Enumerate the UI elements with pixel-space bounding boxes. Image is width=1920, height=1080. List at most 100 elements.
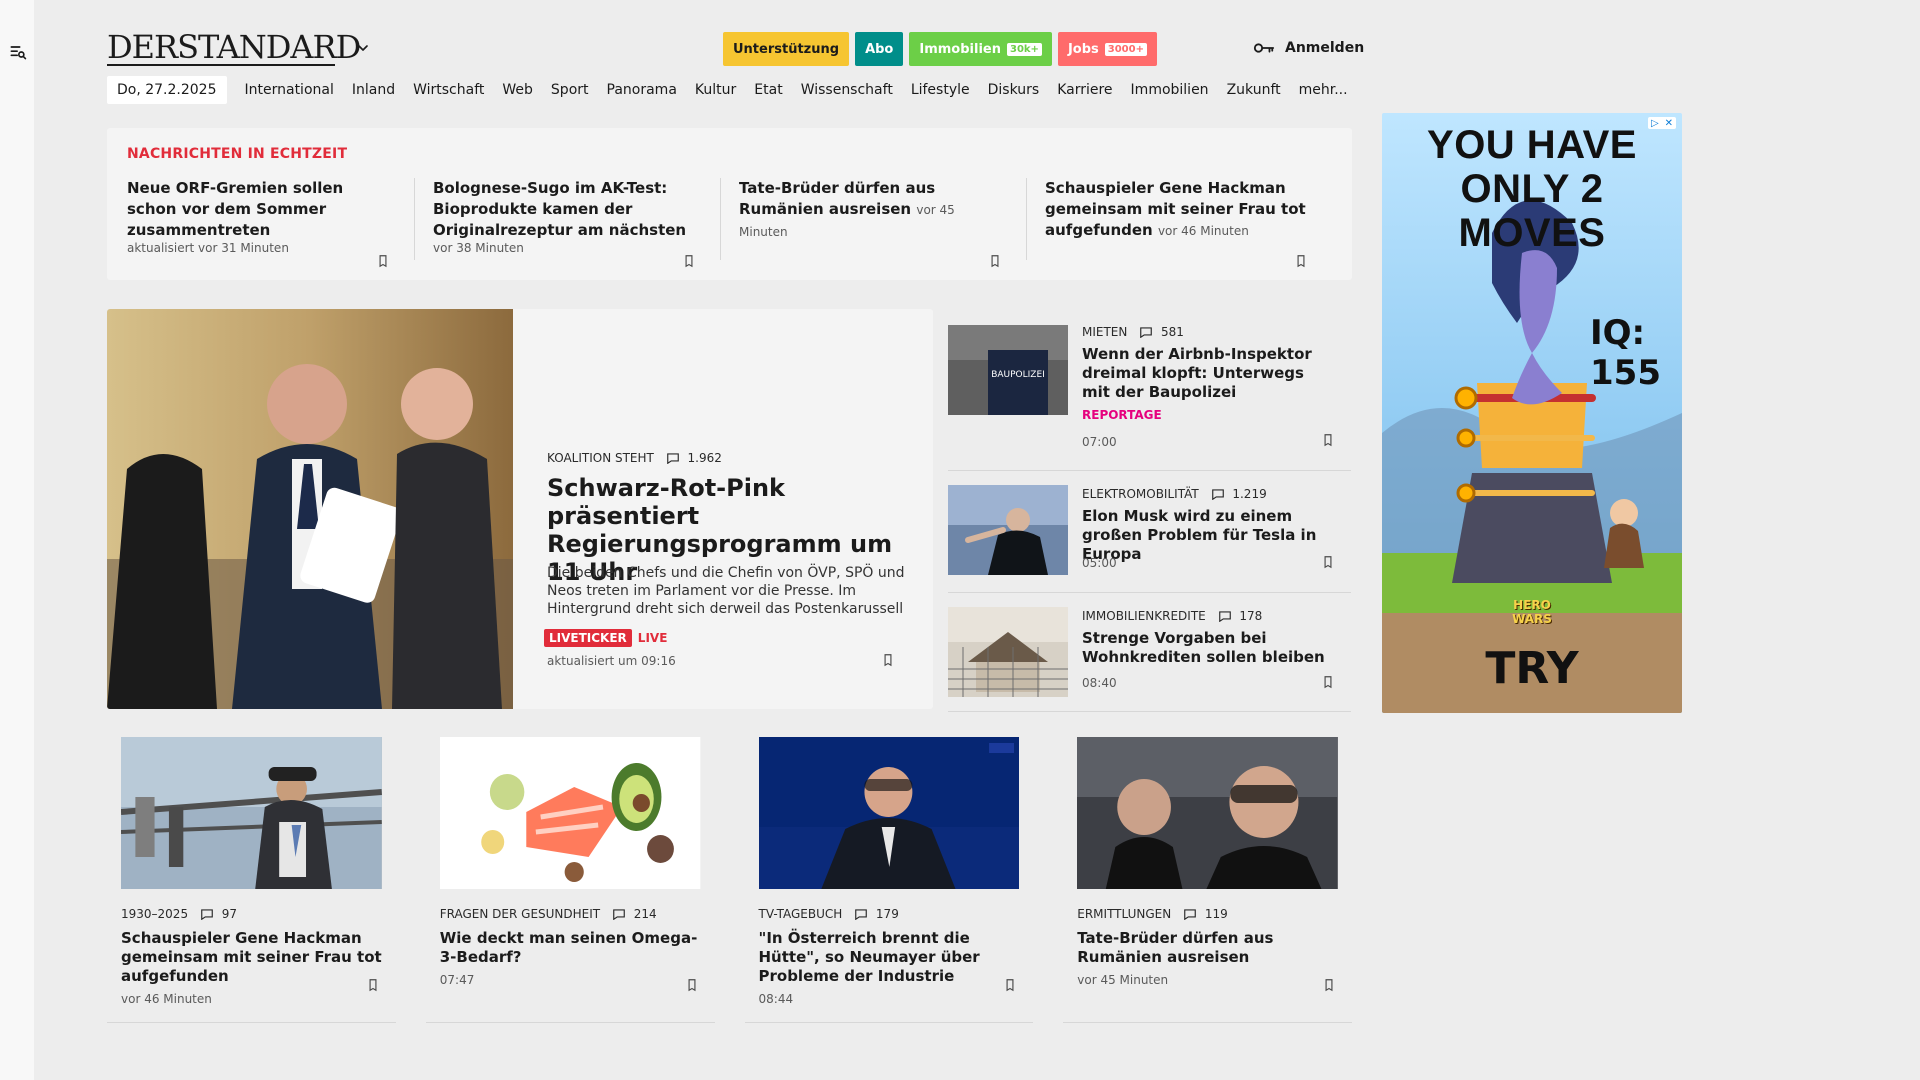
side-title[interactable]: Wenn der Airbnb-Inspektor dreimal klopft… (1082, 345, 1332, 402)
card-time: vor 46 Minuten (121, 992, 212, 1006)
card-time: 07:47 (439, 973, 475, 987)
bookmark-icon[interactable] (1321, 555, 1335, 569)
article-card[interactable]: TV-TAGEBUCH 179 "In Österreich brennt di… (744, 723, 1034, 1023)
hero-lead: Die beiden Chefs und die Chefin von ÖVP,… (547, 565, 905, 617)
bookmark-icon[interactable] (881, 653, 895, 667)
support-label: Unterstützung (733, 41, 840, 57)
ad-title-line1: YOU HAVE (1427, 123, 1637, 167)
comment-icon (613, 909, 625, 920)
side-kicker-text: MIETEN (1082, 325, 1128, 339)
real-estate-label: Immobilien (919, 41, 1001, 57)
support-link[interactable]: Unterstützung (723, 32, 850, 66)
realtime-title-text: Tate-Brüder dürfen aus Rumänien ausreise… (739, 179, 936, 218)
bookmark-icon[interactable] (682, 254, 696, 268)
card-title[interactable]: Schauspieler Gene Hackman gemeinsam mit … (121, 929, 382, 986)
hero-article[interactable]: KOALITION STEHT 1.962 Schwarz-Rot-Pink p… (107, 309, 933, 709)
real-estate-link[interactable]: Immobilien 30k+ (909, 32, 1052, 66)
comment-icon (1211, 489, 1224, 500)
side-kicker: MIETEN 581 (1082, 325, 1184, 339)
liveticker-badge: LIVETICKER (544, 629, 632, 647)
comment-icon (1140, 327, 1153, 338)
realtime-item[interactable]: Neue ORF-Gremien sollen schon vor dem So… (127, 178, 414, 268)
card-kicker-text: ERMITTLUNGEN (1077, 907, 1172, 921)
card-kicker-text: TV-TAGEBUCH (758, 907, 843, 921)
menu-search-icon[interactable] (8, 42, 28, 62)
nav-item-sport[interactable]: Sport (551, 82, 589, 98)
realtime-time: vor 46 Minuten (1157, 224, 1249, 238)
bookmark-icon[interactable] (685, 978, 699, 992)
card-title[interactable]: Tate-Brüder dürfen aus Rumänien ausreise… (1077, 929, 1338, 967)
card-image[interactable] (120, 737, 382, 889)
nav-item-etat[interactable]: Etat (754, 82, 782, 98)
jobs-link[interactable]: Jobs 3000+ (1057, 32, 1157, 66)
card-title[interactable]: "In Österreich brennt die Hütte", so Neu… (759, 929, 1020, 986)
nav-item-inland[interactable]: Inland (352, 82, 395, 98)
subscription-link[interactable]: Abo (855, 32, 904, 66)
bookmark-icon[interactable] (988, 254, 1002, 268)
card-kicker: FRAGEN DER GESUNDHEIT 214 (440, 907, 701, 921)
hero-comment-count: 1.962 (687, 451, 722, 465)
live-label: LIVE (637, 631, 668, 645)
login-link[interactable]: Anmelden (1253, 40, 1364, 56)
side-title[interactable]: Strenge Vorgaben bei Wohnkrediten sollen… (1082, 629, 1332, 667)
bookmark-icon[interactable] (366, 978, 380, 992)
side-article[interactable]: IMMOBILIENKREDITE 178 Strenge Vorgaben b… (948, 593, 1351, 712)
card-image[interactable] (439, 737, 701, 889)
nav-item-international[interactable]: International (245, 82, 334, 98)
article-card[interactable]: ERMITTLUNGEN 119 Tate-Brüder dürfen aus … (1063, 723, 1352, 1023)
side-article[interactable]: BAUPOLIZEI MIETEN 581 Wenn der Airbnb-In… (948, 309, 1351, 471)
bookmark-icon[interactable] (376, 254, 390, 268)
side-kicker: ELEKTROMOBILITÄT 1.219 (1082, 487, 1267, 501)
hero-kicker-text: KOALITION STEHT (547, 451, 654, 465)
article-thumbnail[interactable] (948, 607, 1068, 697)
realtime-time: aktualisiert vor 31 Minuten (127, 241, 289, 255)
side-time: 05:00 (1082, 556, 1117, 570)
ad-banner[interactable]: ▷ ✕ YOU HAVE ONLY 2 MOVES IQ: 155 HERO W… (1382, 113, 1682, 713)
card-title[interactable]: Wie deckt man seinen Omega-3-Bedarf? (440, 929, 701, 967)
card-image[interactable] (1077, 737, 1338, 889)
nav-item-wissenschaft[interactable]: Wissenschaft (801, 82, 893, 98)
bookmark-icon[interactable] (1321, 433, 1335, 447)
card-image[interactable] (758, 737, 1020, 889)
nav-item-web[interactable]: Web (502, 82, 533, 98)
card-comment-count: 97 (221, 907, 238, 921)
side-time: 08:40 (1082, 676, 1117, 690)
site-logo[interactable]: DERSTANDARD (107, 28, 361, 66)
card-kicker: 1930–2025 97 (121, 907, 382, 921)
article-thumbnail[interactable] (948, 485, 1068, 575)
bookmark-icon[interactable] (1321, 675, 1335, 689)
hero-image[interactable] (107, 309, 513, 709)
nav-item-immobilien[interactable]: Immobilien (1131, 82, 1209, 98)
article-card[interactable]: FRAGEN DER GESUNDHEIT 214 Wie deckt man … (425, 723, 715, 1023)
nav-item-lifestyle[interactable]: Lifestyle (911, 82, 970, 98)
realtime-title[interactable]: Neue ORF-Gremien sollen schon vor dem So… (127, 178, 390, 241)
nav-item-diskurs[interactable]: Diskurs (988, 82, 1040, 98)
nav-item-panorama[interactable]: Panorama (607, 82, 677, 98)
hero-time: aktualisiert um 09:16 (547, 654, 676, 668)
promo-links: Unterstützung Abo Immobilien 30k+ Jobs 3… (723, 32, 1157, 66)
bookmark-icon[interactable] (1003, 978, 1017, 992)
hero-badges: LIVETICKER LIVE (544, 629, 667, 647)
card-kicker-text: 1930–2025 (121, 907, 189, 921)
realtime-item[interactable]: Schauspieler Gene Hackman gemeinsam mit … (1026, 178, 1332, 268)
nav-item-wirtschaft[interactable]: Wirtschaft (413, 82, 484, 98)
nav-item-zukunft[interactable]: Zukunft (1227, 82, 1281, 98)
realtime-title[interactable]: Schauspieler Gene Hackman gemeinsam mit … (1045, 178, 1308, 242)
realtime-title[interactable]: Tate-Brüder dürfen aus Rumänien ausreise… (739, 178, 1002, 243)
article-thumbnail[interactable]: BAUPOLIZEI (948, 325, 1068, 415)
realtime-item[interactable]: Bolognese-Sugo im AK-Test: Bioprodukte k… (414, 178, 720, 268)
realtime-item[interactable]: Tate-Brüder dürfen aus Rumänien ausreise… (720, 178, 1026, 268)
nav-item-more[interactable]: mehr... (1299, 82, 1348, 98)
bookmark-icon[interactable] (1294, 254, 1308, 268)
nav-item-karriere[interactable]: Karriere (1057, 82, 1112, 98)
side-article[interactable]: ELEKTROMOBILITÄT 1.219 Elon Musk wird zu… (948, 471, 1351, 593)
bookmark-icon[interactable] (1322, 978, 1336, 992)
key-icon (1253, 43, 1275, 53)
nav-item-kultur[interactable]: Kultur (695, 82, 736, 98)
ad-cta[interactable]: TRY (1382, 643, 1682, 694)
chevron-down-icon[interactable] (355, 40, 371, 56)
real-estate-badge: 30k+ (1006, 42, 1042, 56)
side-title[interactable]: Elon Musk wird zu einem großen Problem f… (1082, 507, 1332, 564)
realtime-title[interactable]: Bolognese-Sugo im AK-Test: Bioprodukte k… (433, 178, 696, 241)
article-card[interactable]: 1930–2025 97 Schauspieler Gene Hackman g… (107, 723, 396, 1023)
